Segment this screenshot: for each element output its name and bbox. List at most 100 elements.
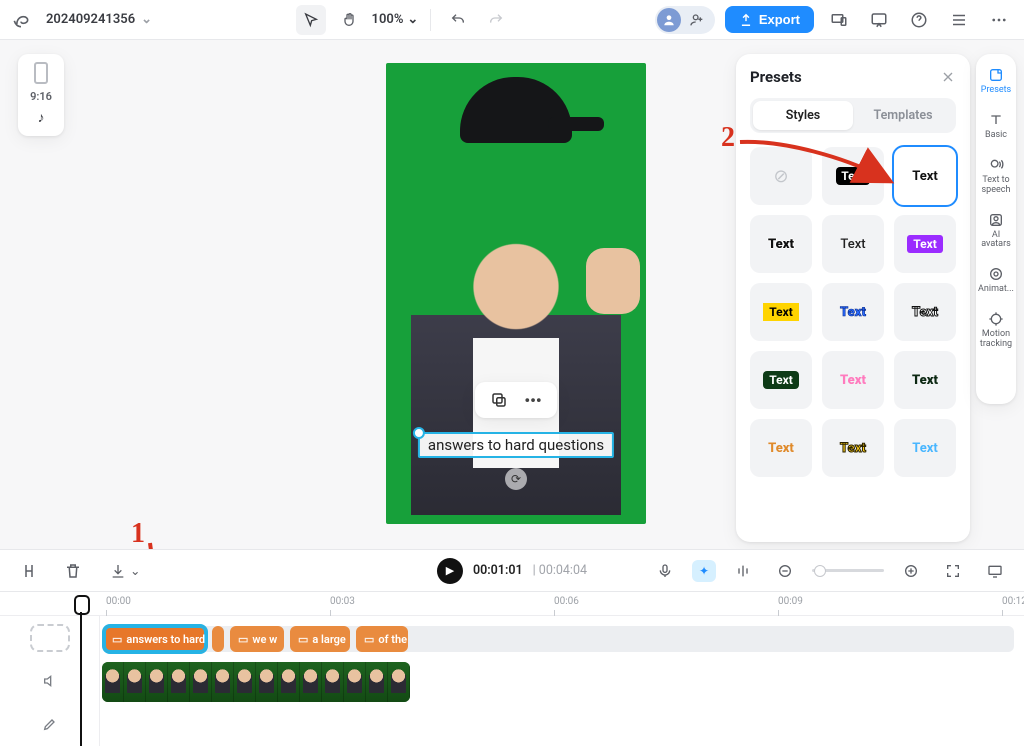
subtitle-clip-5[interactable]: ▭of the — [356, 626, 408, 652]
preset-yellow-chip[interactable]: Text — [750, 283, 812, 341]
rail-animation[interactable]: Animat... — [978, 263, 1014, 298]
ai-chip-icon[interactable]: ✦ — [692, 560, 716, 582]
download-button[interactable]: ⌄ — [102, 556, 148, 586]
cursor-tool-button[interactable] — [296, 5, 326, 35]
zoom-slider[interactable] — [812, 569, 884, 572]
video-track[interactable] — [100, 660, 1024, 704]
rail-motion[interactable]: Motion tracking — [978, 308, 1014, 353]
tab-templates[interactable]: Templates — [853, 101, 953, 130]
video-preview[interactable]: ••• answers to hard questions ⟳ — [386, 63, 646, 524]
preset-pink[interactable]: Text — [822, 351, 884, 409]
preset-none[interactable]: ⊘ — [750, 147, 812, 205]
rail-presets[interactable]: Presets — [978, 64, 1014, 99]
more-icon[interactable] — [984, 5, 1014, 35]
preset-orange[interactable]: Text — [750, 419, 812, 477]
avatar — [657, 8, 681, 32]
help-icon[interactable] — [904, 5, 934, 35]
tiktok-icon[interactable]: ♪ — [38, 109, 45, 126]
edit-track-icon[interactable] — [0, 703, 99, 746]
mic-icon[interactable] — [650, 556, 680, 586]
divider — [430, 9, 431, 31]
preset-heavy-green[interactable]: Text — [894, 351, 956, 409]
add-collaborator-icon[interactable] — [685, 8, 709, 32]
tick: 00:09 — [778, 596, 803, 607]
monitor-icon[interactable] — [980, 556, 1010, 586]
subtitle-clip-4[interactable]: ▭a large — [290, 626, 350, 652]
subtitle-track[interactable]: ▭answers to hard ▭we w ▭a large ▭of the — [100, 622, 1024, 656]
tab-styles[interactable]: Styles — [753, 101, 853, 130]
zoom-in-icon[interactable] — [896, 556, 926, 586]
animation-icon — [988, 266, 1004, 282]
play-button[interactable]: ▶ — [437, 558, 463, 584]
export-button-label: Export — [759, 12, 800, 27]
preset-cyan[interactable]: Text — [894, 419, 956, 477]
zoom-value: 100% — [372, 12, 404, 27]
fit-icon[interactable] — [938, 556, 968, 586]
preset-blue-outline[interactable]: Text — [822, 283, 884, 341]
timeline-ruler[interactable]: 00:00 00:03 00:06 00:09 00:12 — [0, 592, 1024, 616]
tick: 00:12 — [1002, 596, 1024, 607]
redo-button[interactable] — [481, 5, 511, 35]
collaborators[interactable] — [655, 6, 715, 34]
sync-icon[interactable]: ⟳ — [505, 468, 527, 490]
target-icon — [988, 311, 1004, 327]
text-context-toolbar[interactable]: ••• — [475, 382, 557, 418]
preset-purple-chip[interactable]: Text — [894, 215, 956, 273]
text-icon — [988, 112, 1004, 128]
avatar-icon — [988, 212, 1004, 228]
rail-avatars[interactable]: AI avatars — [978, 209, 1014, 254]
caption-overlay[interactable]: answers to hard questions — [418, 432, 614, 458]
rail-tts[interactable]: Text to speech — [978, 154, 1014, 199]
preset-tabs: Styles Templates — [750, 98, 956, 133]
video-clip[interactable] — [102, 662, 410, 702]
split-button[interactable] — [14, 556, 44, 586]
zoom-dropdown[interactable]: 100% ⌄ — [372, 12, 419, 27]
aspect-icon — [34, 62, 48, 84]
tick: 00:03 — [330, 596, 355, 607]
preset-plain-selected[interactable]: Text — [894, 147, 956, 205]
subtitle-clip-2[interactable] — [212, 626, 224, 652]
current-time: 00:01:01 — [473, 563, 523, 578]
speech-icon — [988, 157, 1004, 173]
layout-icon[interactable] — [944, 5, 974, 35]
presets-icon — [988, 67, 1004, 83]
undo-button[interactable] — [443, 5, 473, 35]
preset-bold-outline[interactable]: Text — [750, 215, 812, 273]
preset-black-chip[interactable]: Text — [822, 147, 884, 205]
project-title[interactable]: 202409241356 ⌄ — [46, 12, 152, 27]
preset-green-chip[interactable]: Text — [750, 351, 812, 409]
resize-handle[interactable] — [413, 427, 425, 439]
preset-thin[interactable]: Text — [822, 215, 884, 273]
annotation-2: 2 — [721, 124, 735, 152]
chevron-down-icon: ⌄ — [407, 12, 418, 27]
duplicate-icon[interactable] — [489, 390, 509, 410]
aspect-label: 9:16 — [30, 90, 52, 103]
subtitles-track-icon[interactable] — [0, 616, 99, 659]
preset-yellow-outline[interactable]: Text — [822, 419, 884, 477]
caption-text: answers to hard questions — [428, 436, 604, 454]
delete-button[interactable] — [58, 556, 88, 586]
right-rail: Presets Basic Text to speech AI avatars … — [976, 54, 1016, 404]
app-logo-icon[interactable] — [6, 5, 36, 35]
export-button[interactable]: Export — [725, 6, 814, 33]
preset-white-outline[interactable]: Text — [894, 283, 956, 341]
feedback-icon[interactable] — [864, 5, 894, 35]
more-icon[interactable]: ••• — [523, 390, 543, 410]
close-icon[interactable] — [940, 69, 956, 85]
zoom-out-icon[interactable] — [770, 556, 800, 586]
audio-track-icon[interactable] — [0, 659, 99, 702]
presets-panel: Presets Styles Templates ⊘ Text Text Tex… — [736, 54, 970, 542]
tick: 00:00 — [106, 596, 131, 607]
subtitle-clip-1[interactable]: ▭answers to hard — [104, 626, 206, 652]
hand-tool-button[interactable] — [334, 5, 364, 35]
track-headers — [0, 616, 100, 746]
annotation-1: 1 — [131, 520, 145, 548]
none-icon: ⊘ — [773, 166, 788, 187]
project-title-text: 202409241356 — [46, 12, 135, 27]
devices-icon[interactable] — [824, 5, 854, 35]
rail-basic[interactable]: Basic — [978, 109, 1014, 144]
aspect-tray[interactable]: 9:16 ♪ — [18, 54, 64, 136]
timeline: ⌄ ▶ 00:01:01 | 00:04:04 ✦ 00:00 00:03 00… — [0, 549, 1024, 746]
subtitle-clip-3[interactable]: ▭we w — [230, 626, 284, 652]
snap-icon[interactable] — [728, 556, 758, 586]
